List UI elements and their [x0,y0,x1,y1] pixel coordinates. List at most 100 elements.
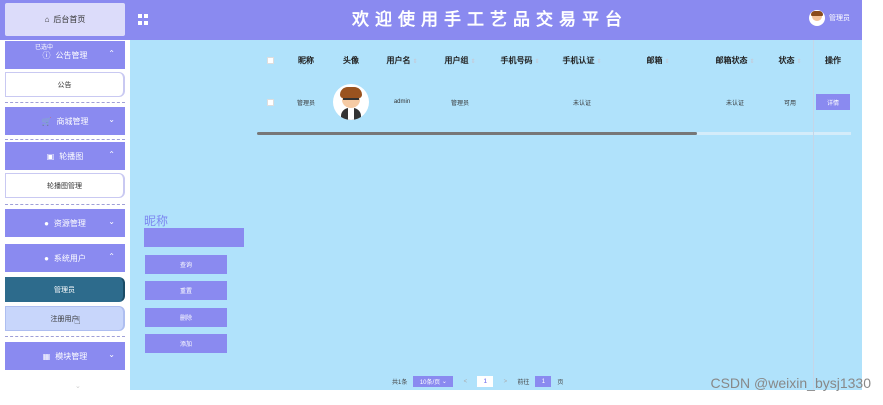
selected-tag: 已选中 [35,45,54,51]
cell-phone-verify: 未认证 [572,100,591,107]
sort-icon: ⇕ [412,59,418,65]
row-checkbox[interactable] [257,98,283,106]
site-title: 欢迎使用手工艺品交易平台 [352,10,628,29]
divider [5,336,125,337]
table-header-row: 昵称 头像 用户名 ⇕ 用户组 ⇕ 手机号码 ⇕ 手机认证 ⇕ 邮箱 ⇕ 邮箱状态 ⇕ 状态… [257,47,853,74]
divider [5,139,125,140]
col-email[interactable]: 邮箱 ⇕ [613,55,703,66]
sidebar-item-label: 公告 [57,81,72,89]
sidebar-group-label: 系统用户 [53,253,86,263]
sidebar-group-resource[interactable]: ● 资源管理 ⌄ [5,209,125,237]
sidebar-group-label: 模块管理 [55,351,88,361]
goto-label: 前往 [517,380,530,386]
sidebar-item-admin[interactable]: 管理员 [5,277,125,302]
menu-grid-icon[interactable] [138,14,149,25]
home-tab-label: 后台首页 [53,15,86,24]
col-phone-verify[interactable]: 手机认证 ⇕ [551,55,613,66]
main-content: 昵称 查询 重置 删除 添加 昵称 头像 用户名 ⇕ 用户组 ⇕ 手机号码 ⇕ 手机认… [130,40,862,390]
cell-email-status: 未认证 [725,100,744,107]
person-icon: ● [44,253,49,263]
cell-nickname: 管理员 [296,100,315,107]
right-edge-strip [862,40,883,390]
nickname-search-input[interactable] [144,228,244,247]
chevron-up-icon: ⌃ [108,49,115,58]
col-email-status[interactable]: 邮箱状态 ⇕ [703,55,767,66]
info-circle-icon: ⓘ [42,50,51,60]
top-header: ⌂ 后台首页 欢迎使用手工艺品交易平台 管理员 [0,0,862,40]
col-avatar: 头像 [343,56,359,65]
sidebar-group-system-user[interactable]: ● 系统用户 ⌃ [5,244,125,272]
pagination: 共1条 10条/页 ⌄ < 1 > 前往 1 页 [392,376,563,387]
sidebar-item-registered-user[interactable]: 注册用户 [5,306,125,331]
sidebar-item-label: 管理员 [54,286,75,294]
prev-page-button[interactable]: < [459,376,471,387]
col-action: 操作 [825,56,841,65]
select-all-checkbox[interactable] [257,57,283,64]
user-name: 管理员 [829,15,850,22]
sort-icon: ⇕ [596,59,602,65]
sort-icon: ⇕ [470,59,476,65]
grid-icon: ▦ [42,351,51,361]
col-status[interactable]: 状态 ⇕ [767,55,813,66]
sidebar-item-label: 轮播图管理 [47,182,82,190]
page-suffix: 页 [557,380,564,386]
sidebar-group-notice[interactable]: 已选中 ⓘ 公告管理 ⌃ [5,41,125,69]
horizontal-scrollbar-thumb[interactable] [257,132,697,135]
divider [5,102,125,103]
chevron-down-icon: ⌄ [108,217,115,226]
user-table: 昵称 头像 用户名 ⇕ 用户组 ⇕ 手机号码 ⇕ 手机认证 ⇕ 邮箱 ⇕ 邮箱状态 ⇕ 状态… [257,40,853,390]
chevron-up-icon: ⌃ [108,252,115,261]
user-avatar-icon [809,10,825,26]
sidebar-item-notice[interactable]: 公告 [5,72,125,97]
pin-icon: ● [44,218,49,228]
col-phone[interactable]: 手机号码 ⇕ [489,55,551,66]
next-page-button[interactable]: > [499,376,511,387]
cell-username: admin [393,99,411,105]
query-button[interactable]: 查询 [145,255,227,274]
chevron-down-icon: ⌄ [108,350,115,359]
sidebar-item-carousel-manage[interactable]: 轮播图管理 [5,173,125,198]
sidebar-group-label: 商城管理 [56,116,89,126]
col-group[interactable]: 用户组 ⇕ [431,55,489,66]
sidebar-group-shop[interactable]: 🛒 商城管理 ⌄ [5,107,125,135]
chevron-up-icon: ⌃ [108,150,115,159]
sidebar-group-carousel[interactable]: ▣ 轮播图 ⌃ [5,142,125,170]
detail-button[interactable]: 详情 [816,94,850,110]
sidebar-group-label: 轮播图 [59,151,84,161]
sort-icon: ⇕ [796,59,802,65]
home-tab[interactable]: ⌂ 后台首页 [5,3,125,36]
total-count: 共1条 [392,380,408,386]
cell-avatar [329,84,373,120]
cell-group: 管理员 [450,100,469,107]
table-row: 管理员 admin 管理员 未认证 未认证 可用 详情 [257,83,853,121]
page-size-select[interactable]: 10条/页 ⌄ [413,376,454,387]
goto-page-input[interactable]: 1 [535,376,552,387]
fixed-column-divider [813,40,814,390]
sort-icon: ⇕ [664,59,670,65]
user-avatar-image [333,84,369,120]
reset-button[interactable]: 重置 [145,281,227,300]
sort-icon: ⇕ [749,59,755,65]
sort-icon: ⇕ [534,59,540,65]
pointer-cursor-icon: ☝ [74,315,81,327]
sidebar-group-module[interactable]: ▦ 模块管理 ⌄ [5,342,125,370]
cart-icon: 🛒 [41,116,52,126]
home-icon: ⌂ [44,15,50,24]
user-menu[interactable]: 管理员 [809,10,850,26]
horizontal-scrollbar-track[interactable] [697,132,851,135]
current-page[interactable]: 1 [477,376,494,387]
scroll-indicator-icon: ⌄ [75,383,81,390]
cell-status: 可用 [783,100,796,107]
sidebar-group-label: 资源管理 [53,218,86,228]
delete-button[interactable]: 删除 [145,308,227,327]
divider [5,204,125,205]
search-label: 昵称 [144,214,169,228]
col-username[interactable]: 用户名 ⇕ [373,55,431,66]
sidebar: 已选中 ⓘ 公告管理 ⌃ 公告 🛒 商城管理 ⌄ ▣ 轮播图 ⌃ 轮播图管理 ●… [0,40,130,405]
image-icon: ▣ [46,151,55,161]
col-nickname: 昵称 [298,56,314,65]
cell-action: 详情 [813,94,853,110]
add-button[interactable]: 添加 [145,334,227,353]
watermark: CSDN @weixin_bysj1330 [710,375,871,391]
chevron-down-icon: ⌄ [108,115,115,124]
